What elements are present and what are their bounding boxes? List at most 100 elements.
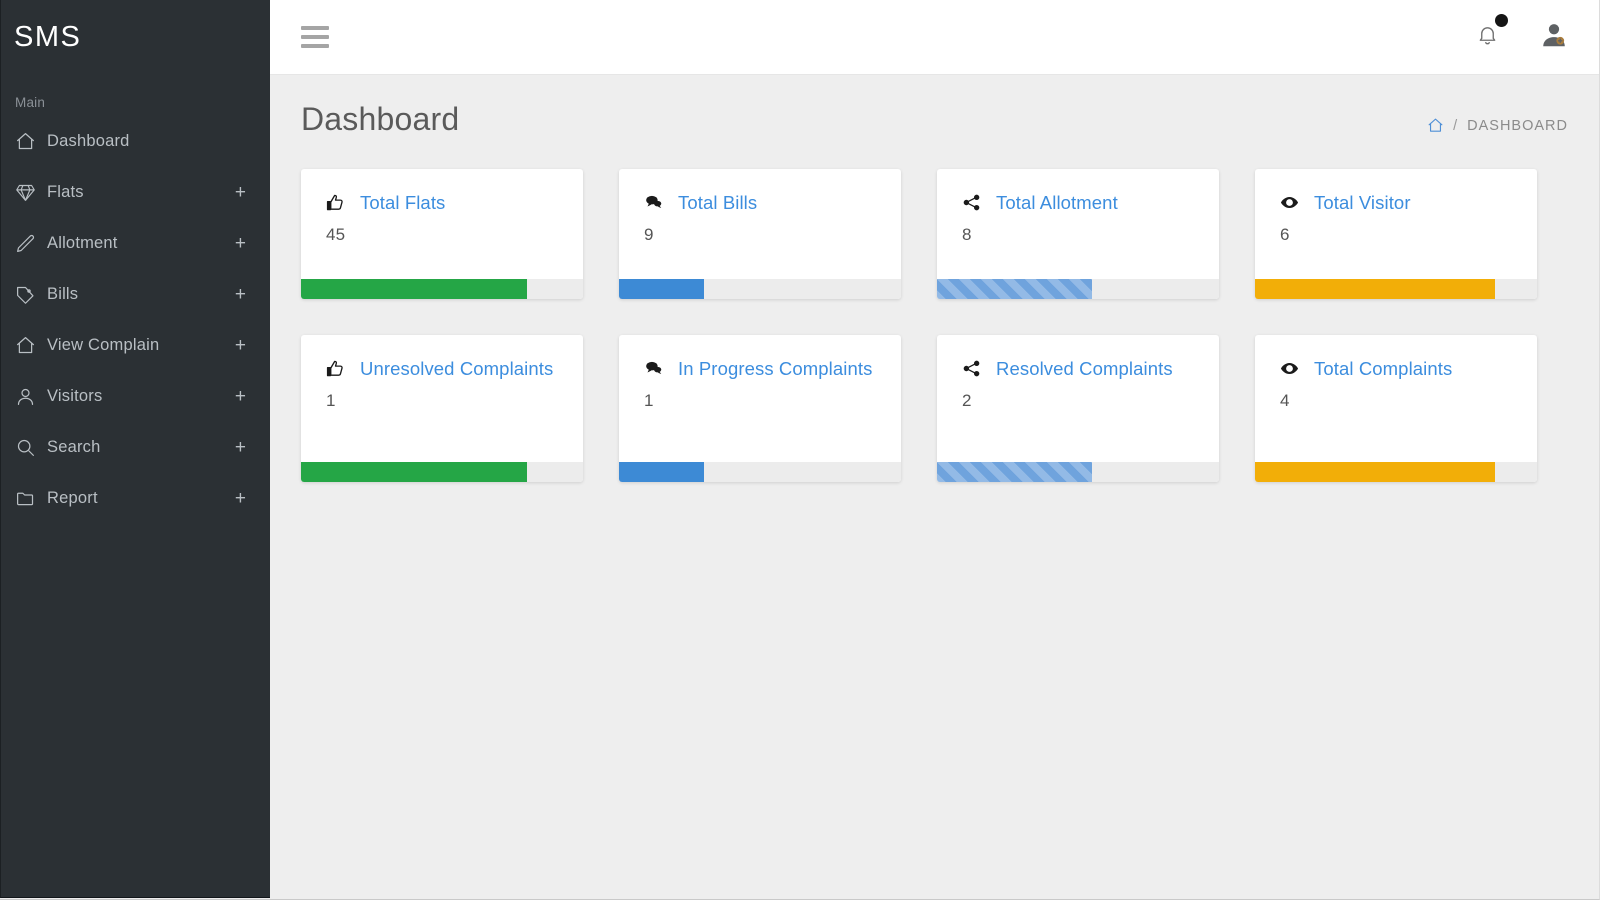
stat-card-value: 45 [326, 225, 346, 245]
hamburger-icon[interactable] [301, 26, 329, 48]
breadcrumb-current: DASHBOARD [1467, 117, 1568, 134]
sidebar-section-label: Main [15, 95, 46, 110]
pencil-icon [15, 233, 47, 254]
sidebar-item-search[interactable]: Search + [1, 422, 270, 473]
stat-card-title-row: In Progress Complaints [644, 357, 883, 381]
stat-card-value: 9 [644, 225, 654, 245]
stat-card-total-visitor[interactable]: Total Visitor 6 [1255, 169, 1537, 299]
stat-card-title-row: Total Visitor [1280, 191, 1519, 215]
stat-card-title-row: Total Bills [644, 191, 883, 215]
notification-badge [1495, 14, 1508, 27]
thumbs-up-icon [326, 191, 346, 212]
expand-icon[interactable]: + [235, 387, 256, 406]
bell-icon [1476, 27, 1499, 50]
notifications-button[interactable] [1476, 14, 1508, 51]
sidebar-item-label: Flats [47, 183, 84, 201]
eye-icon [1280, 357, 1300, 378]
progress-bar [937, 279, 1093, 299]
brand-text: SMS [14, 21, 82, 53]
progress-track [619, 279, 901, 299]
stat-card-title-row: Total Complaints [1280, 357, 1519, 381]
stat-card-body: Total Bills 9 [619, 169, 901, 279]
stat-card-title: Total Complaints [1314, 358, 1453, 379]
stat-card-cell: Unresolved Complaints 1 [301, 335, 619, 518]
stat-card-title-row: Resolved Complaints [962, 357, 1201, 381]
progress-track [619, 462, 901, 482]
stat-card-cell: Total Allotment 8 [937, 169, 1255, 335]
stat-card-total-flats[interactable]: Total Flats 45 [301, 169, 583, 299]
stat-card-total-bills[interactable]: Total Bills 9 [619, 169, 901, 299]
stat-card-body: Total Visitor 6 [1255, 169, 1537, 279]
breadcrumb-home-icon[interactable] [1427, 117, 1444, 134]
sidebar-item-allotment[interactable]: Allotment + [1, 218, 270, 269]
sidebar-item-dashboard[interactable]: Dashboard [1, 116, 270, 167]
progress-track [1255, 279, 1537, 299]
expand-icon[interactable]: + [235, 489, 256, 508]
progress-track [1255, 462, 1537, 482]
diamond-icon [15, 182, 47, 203]
stat-card-body: Total Complaints 4 [1255, 335, 1537, 462]
expand-icon[interactable]: + [235, 285, 256, 304]
share-icon [962, 357, 982, 378]
stat-card-total-complaints[interactable]: Total Complaints 4 [1255, 335, 1537, 482]
sidebar-item-label: Allotment [47, 234, 118, 252]
stat-card-body: Total Allotment 8 [937, 169, 1219, 279]
sidebar-item-bills[interactable]: Bills + [1, 269, 270, 320]
progress-track [937, 462, 1219, 482]
sidebar-item-view-complain[interactable]: View Complain + [1, 320, 270, 371]
sidebar-item-label: Visitors [47, 387, 103, 405]
stat-card-body: Total Flats 45 [301, 169, 583, 279]
hamburger-bar [301, 26, 329, 30]
progress-bar [301, 462, 527, 482]
sidebar-item-flats[interactable]: Flats + [1, 167, 270, 218]
stat-card-cell: Resolved Complaints 2 [937, 335, 1255, 518]
progress-track [937, 279, 1219, 299]
progress-bar [619, 279, 704, 299]
main-content: Dashboard / DASHBOARD Total Flats 45 Tot… [270, 75, 1599, 898]
stat-card-title: Total Flats [360, 192, 446, 213]
breadcrumb: / DASHBOARD [1427, 105, 1568, 134]
brand-logo[interactable]: SMS [1, 0, 270, 75]
progress-bar [1255, 279, 1495, 299]
stat-card-unresolved-complaints[interactable]: Unresolved Complaints 1 [301, 335, 583, 482]
search-icon [15, 437, 47, 458]
expand-icon[interactable]: + [235, 438, 256, 457]
sidebar-item-visitors[interactable]: Visitors + [1, 371, 270, 422]
user-icon [15, 386, 47, 407]
progress-track [301, 462, 583, 482]
stat-card-resolved-complaints[interactable]: Resolved Complaints 2 [937, 335, 1219, 482]
profile-button[interactable] [1539, 20, 1569, 55]
home-icon [15, 131, 47, 152]
tag-icon [15, 284, 47, 305]
progress-bar [301, 279, 527, 299]
stat-card-title: Unresolved Complaints [360, 358, 554, 379]
stat-card-value: 1 [644, 391, 654, 411]
sidebar-item-report[interactable]: Report + [1, 473, 270, 524]
sidebar: SMS Main Dashboard Flats + Allotment + B… [0, 0, 270, 898]
expand-icon[interactable]: + [235, 183, 256, 202]
topbar [270, 0, 1599, 75]
progress-bar [619, 462, 704, 482]
stat-card-title: Total Visitor [1314, 192, 1411, 213]
stat-card-total-allotment[interactable]: Total Allotment 8 [937, 169, 1219, 299]
share-icon [962, 191, 982, 212]
breadcrumb-separator: / [1453, 117, 1459, 134]
progress-bar [1255, 462, 1495, 482]
stat-card-value: 6 [1280, 225, 1290, 245]
eye-icon [1280, 191, 1300, 212]
expand-icon[interactable]: + [235, 234, 256, 253]
comments-icon [644, 191, 664, 212]
stat-card-value: 4 [1280, 391, 1290, 411]
stat-card-title-row: Unresolved Complaints [326, 357, 565, 381]
sidebar-item-label: Report [47, 489, 98, 507]
folder-icon [15, 488, 47, 509]
page-title: Dashboard [301, 101, 460, 137]
expand-icon[interactable]: + [235, 336, 256, 355]
app-window: SMS Main Dashboard Flats + Allotment + B… [0, 0, 1600, 900]
stat-card-body: Unresolved Complaints 1 [301, 335, 583, 462]
stat-card-value: 2 [962, 391, 972, 411]
user-avatar-icon [1539, 23, 1569, 54]
sidebar-item-label: Bills [47, 285, 79, 303]
sidebar-item-label: Dashboard [47, 132, 130, 150]
stat-card-in-progress-complaints[interactable]: In Progress Complaints 1 [619, 335, 901, 482]
